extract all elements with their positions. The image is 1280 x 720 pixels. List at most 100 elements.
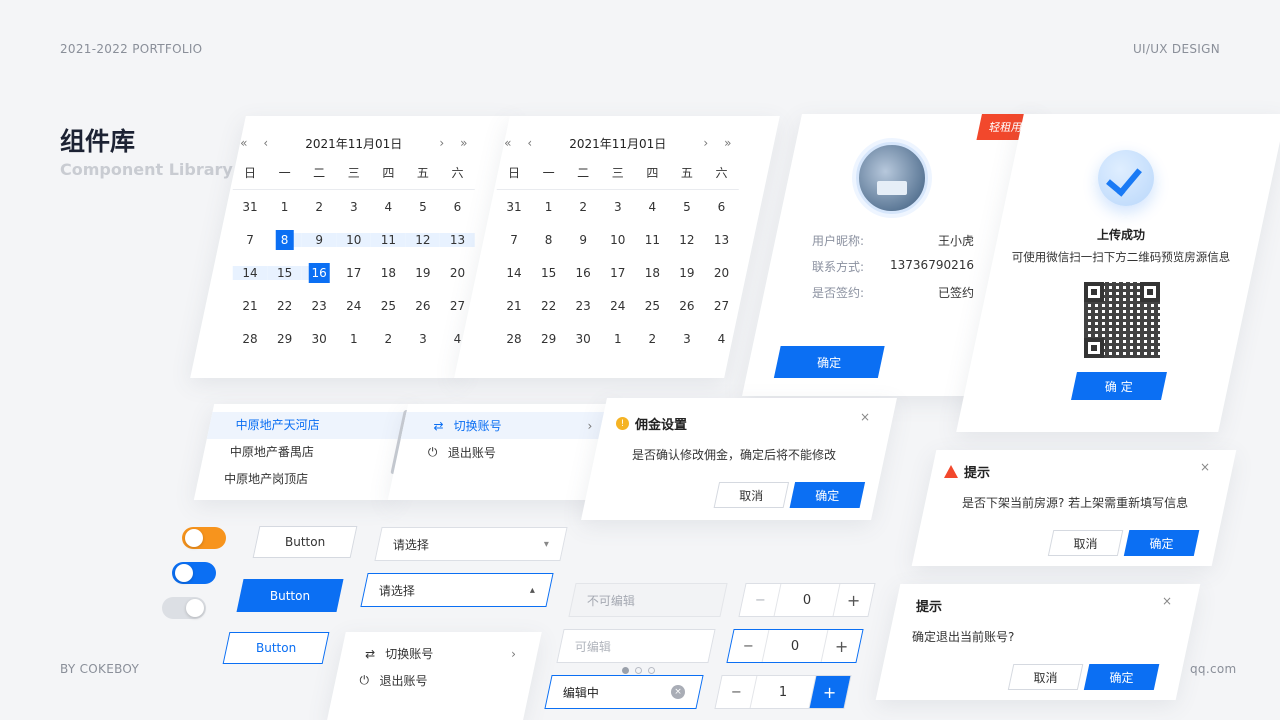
calendar-day[interactable]: 25 [371, 299, 406, 313]
next-year-button[interactable]: » [453, 136, 475, 150]
cancel-button[interactable]: 取消 [1007, 664, 1084, 690]
pagination-dot[interactable] [648, 667, 655, 674]
switch-account-item[interactable]: ⇄ 切换账号 › [338, 640, 540, 667]
calendar-day[interactable]: 21 [497, 299, 532, 313]
calendar-day[interactable]: 18 [371, 266, 406, 280]
calendar-day[interactable]: 31 [233, 200, 268, 214]
calendar-day-range-start[interactable]: 8 [267, 229, 302, 250]
calendar-day[interactable]: 8 [531, 233, 566, 247]
calendar-day[interactable]: 2 [302, 200, 337, 214]
editing-input[interactable]: 编辑中 × [544, 675, 704, 709]
store-option[interactable]: 中原地产番禺店 [201, 439, 407, 466]
prev-year-button[interactable]: « [497, 136, 519, 150]
prev-month-button[interactable]: ‹ [255, 136, 277, 150]
calendar-day[interactable]: 11 [635, 233, 670, 247]
calendar-day[interactable]: 5 [406, 200, 441, 214]
calendar-day[interactable]: 1 [267, 200, 302, 214]
calendar-day[interactable]: 3 [406, 332, 441, 346]
toggle-off[interactable] [162, 597, 206, 619]
select-field[interactable]: 请选择 ▾ [374, 527, 568, 561]
calendar-day[interactable]: 2 [371, 332, 406, 346]
calendar-day[interactable]: 28 [233, 332, 268, 346]
calendar-day[interactable]: 6 [704, 200, 739, 214]
toggle-on-orange[interactable] [182, 527, 226, 549]
select-field-open[interactable]: 请选择 ▴ [360, 573, 554, 607]
calendar-day[interactable]: 29 [267, 332, 302, 346]
prev-month-button[interactable]: ‹ [519, 136, 541, 150]
stepper-value[interactable]: 0 [773, 584, 841, 616]
calendar-day[interactable]: 22 [531, 299, 566, 313]
calendar-day-in-range[interactable]: 14 [232, 265, 268, 280]
calendar-day-in-range[interactable]: 10 [336, 232, 372, 247]
pagination-dot[interactable] [635, 667, 642, 674]
calendar-day[interactable]: 1 [531, 200, 566, 214]
calendar-day[interactable]: 20 [704, 266, 739, 280]
store-option[interactable]: 中原地产天河店 [206, 412, 413, 439]
clear-icon[interactable]: × [671, 685, 685, 699]
calendar-day[interactable]: 1 [336, 332, 371, 346]
calendar-day[interactable]: 7 [233, 233, 268, 247]
increment-button[interactable]: + [809, 676, 851, 708]
calendar-day[interactable]: 5 [670, 200, 705, 214]
calendar-day[interactable]: 26 [406, 299, 441, 313]
calendar-day[interactable]: 2 [566, 200, 601, 214]
editable-input[interactable]: 可编辑 [556, 629, 716, 663]
calendar-day[interactable]: 19 [406, 266, 441, 280]
calendar-day[interactable]: 31 [497, 200, 532, 214]
calendar-day[interactable]: 3 [670, 332, 705, 346]
ghost-button[interactable]: Button [252, 526, 358, 558]
pagination-dot[interactable] [622, 667, 629, 674]
calendar-day[interactable]: 24 [600, 299, 635, 313]
cancel-button[interactable]: 取消 [1047, 530, 1124, 556]
switch-account-item[interactable]: ⇄ 切换账号 › [400, 412, 617, 439]
confirm-button[interactable]: 确定 [1123, 530, 1200, 556]
increment-button[interactable]: + [834, 584, 875, 616]
calendar-day[interactable]: 2 [635, 332, 670, 346]
calendar-day[interactable]: 13 [704, 233, 739, 247]
logout-item[interactable]: ⏻ 退出账号 [333, 667, 535, 694]
cancel-button[interactable]: 取消 [713, 482, 790, 508]
next-year-button[interactable]: » [717, 136, 739, 150]
stepper-value[interactable]: 0 [761, 630, 829, 662]
calendar-day-range-end[interactable]: 16 [301, 262, 337, 283]
calendar-day[interactable]: 27 [704, 299, 739, 313]
toggle-on-blue[interactable] [172, 562, 216, 584]
calendar-day[interactable]: 6 [440, 200, 475, 214]
calendar-day-in-range[interactable]: 13 [440, 232, 475, 247]
calendar-day[interactable]: 17 [336, 266, 371, 280]
calendar-day[interactable]: 17 [600, 266, 635, 280]
calendar-day[interactable]: 30 [566, 332, 601, 346]
calendar-day[interactable]: 22 [267, 299, 302, 313]
close-icon[interactable]: × [860, 410, 870, 424]
calendar-day[interactable]: 3 [600, 200, 635, 214]
calendar-day[interactable]: 20 [440, 266, 475, 280]
calendar-day[interactable]: 18 [635, 266, 670, 280]
store-option[interactable]: 中原地产岗顶店 [195, 466, 401, 493]
calendar-day[interactable]: 26 [670, 299, 705, 313]
calendar-day[interactable]: 28 [497, 332, 532, 346]
calendar-day-in-range[interactable]: 15 [267, 265, 302, 280]
user-confirm-button[interactable]: 确定 [773, 346, 885, 378]
calendar-day[interactable]: 23 [302, 299, 337, 313]
calendar-day[interactable]: 14 [497, 266, 532, 280]
calendar-day-in-range[interactable]: 11 [371, 232, 406, 247]
upload-confirm-button[interactable]: 确 定 [1071, 372, 1167, 400]
calendar-day[interactable]: 7 [497, 233, 532, 247]
calendar-day[interactable]: 4 [704, 332, 739, 346]
outline-button[interactable]: Button [222, 632, 330, 664]
calendar-day[interactable]: 15 [531, 266, 566, 280]
logout-item[interactable]: ⏻ 退出账号 [395, 439, 611, 466]
calendar-day[interactable]: 16 [566, 266, 601, 280]
calendar-day[interactable]: 10 [600, 233, 635, 247]
close-icon[interactable]: × [1200, 460, 1210, 474]
confirm-button[interactable]: 确定 [1083, 664, 1160, 690]
increment-button[interactable]: + [822, 630, 863, 662]
calendar-day[interactable]: 30 [302, 332, 337, 346]
calendar-day[interactable]: 25 [635, 299, 670, 313]
calendar-day[interactable]: 4 [371, 200, 406, 214]
calendar-day[interactable]: 1 [600, 332, 635, 346]
stepper-value[interactable]: 1 [749, 676, 817, 708]
calendar-day[interactable]: 3 [336, 200, 371, 214]
calendar-day[interactable]: 21 [233, 299, 268, 313]
confirm-button[interactable]: 确定 [789, 482, 866, 508]
